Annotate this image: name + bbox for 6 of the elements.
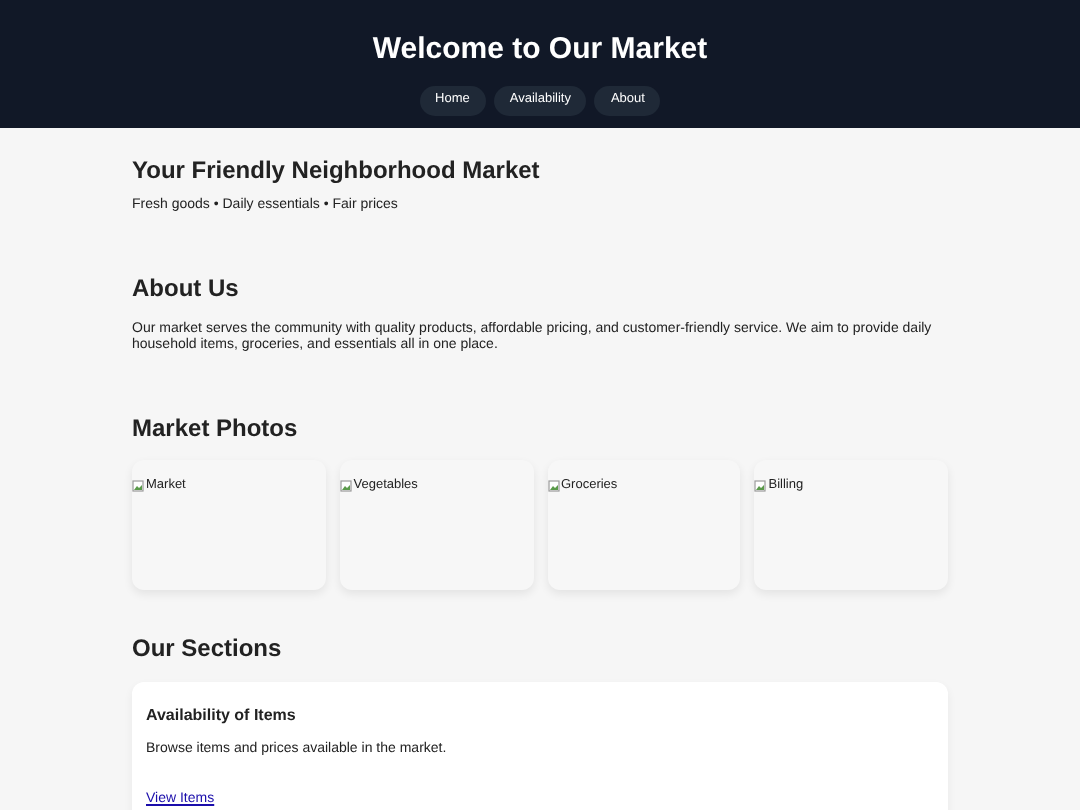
section-heading: About Us (132, 274, 241, 304)
page-title: Welcome to Our Market (370, 32, 710, 68)
section-heading: Market Photos (132, 413, 300, 443)
card-title: Availability of Items (146, 705, 298, 725)
section-heading: Our Sections (132, 634, 284, 664)
hero-heading: Your Friendly Neighborhood Market (132, 156, 542, 185)
